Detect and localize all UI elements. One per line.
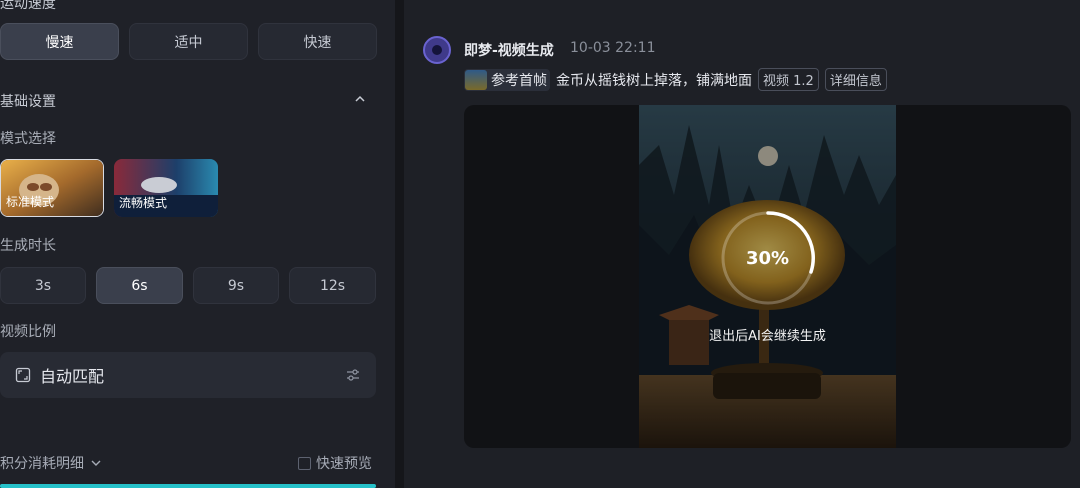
ratio-title: 视频比例 (0, 324, 56, 340)
progress-percent: 30% (745, 248, 790, 269)
duration-3s-button[interactable]: 3s (0, 267, 86, 304)
aspect-ratio-icon (15, 367, 31, 383)
message-time: 10-03 22:11 (570, 40, 656, 56)
avatar (423, 36, 451, 64)
speed-medium-button[interactable]: 适中 (129, 23, 248, 60)
speed-slow-button[interactable]: 慢速 (0, 23, 119, 60)
mode-smooth-label: 流畅模式 (119, 196, 168, 210)
duration-9s-button[interactable]: 9s (193, 267, 279, 304)
generation-notice: 退出后AI会继续生成 (709, 329, 826, 344)
details-button[interactable]: 详细信息 (824, 68, 887, 91)
credits-detail-toggle[interactable]: 积分消耗明细 (0, 453, 102, 473)
message-title: 即梦-视频生成 (464, 43, 554, 59)
reference-thumbnail (465, 69, 487, 90)
mode-standard-card[interactable]: 标准模式 (0, 159, 104, 217)
speed-options: 慢速 适中 快速 (0, 23, 377, 60)
prompt-row: 参考首帧 金币从摇钱树上掉落，铺满地面 视频 1.2 详细信息 (464, 68, 887, 91)
video-preview[interactable]: 30% 退出后AI会继续生成 (639, 105, 896, 448)
ratio-select[interactable]: 自动匹配 (0, 352, 376, 398)
fast-preview-option[interactable]: 快速预览 (298, 453, 372, 473)
mode-standard-label: 标准模式 (6, 195, 55, 209)
chevron-down-icon (91, 460, 101, 466)
money-tree-image (639, 105, 896, 448)
mode-smooth-card[interactable]: 流畅模式 (114, 159, 218, 217)
duration-6s-button[interactable]: 6s (96, 267, 183, 304)
video-card: 30% 退出后AI会继续生成 (464, 105, 1071, 448)
duration-12s-button[interactable]: 12s (289, 267, 376, 304)
fast-preview-label: 快速预览 (316, 456, 372, 472)
ratio-value: 自动匹配 (40, 367, 105, 386)
sliders-icon[interactable] (345, 367, 361, 383)
speed-fast-button[interactable]: 快速 (258, 23, 377, 60)
reference-frame-tag[interactable]: 参考首帧 (464, 68, 550, 91)
reference-label: 参考首帧 (491, 72, 547, 89)
panel-divider[interactable] (395, 0, 404, 488)
duration-options: 3s 6s 9s 12s (0, 267, 376, 304)
mode-title: 模式选择 (0, 131, 56, 147)
speed-title: 运动速度 (0, 0, 56, 12)
basic-settings-title: 基础设置 (0, 94, 56, 110)
model-version-tag: 视频 1.2 (758, 68, 819, 91)
duration-title: 生成时长 (0, 238, 56, 254)
settings-panel: 运动速度 慢速 适中 快速 基础设置 模式选择 标准模式 流畅模式 生成时长 3… (0, 0, 395, 488)
credits-label: 积分消耗明细 (0, 456, 84, 472)
fast-preview-checkbox[interactable] (298, 456, 311, 470)
chevron-up-icon[interactable] (353, 92, 367, 106)
generate-button[interactable] (0, 484, 376, 488)
prompt-text: 金币从摇钱树上掉落，铺满地面 (556, 72, 752, 89)
